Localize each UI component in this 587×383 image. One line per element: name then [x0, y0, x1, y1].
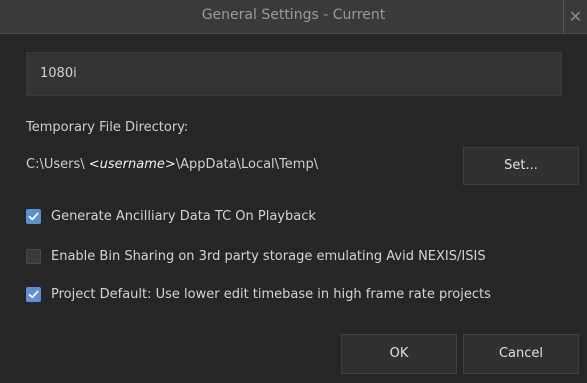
- path-suffix: \AppData\Local\Temp\: [175, 157, 319, 172]
- title-bar: General Settings - Current ✕: [0, 0, 587, 34]
- set-button[interactable]: Set...: [463, 147, 579, 185]
- path-username: <username>: [88, 157, 176, 172]
- option-enable-bin-sharing[interactable]: Enable Bin Sharing on 3rd party storage …: [26, 246, 486, 266]
- option-label: Project Default: Use lower edit timebase…: [51, 286, 491, 302]
- close-button[interactable]: ✕: [563, 0, 587, 34]
- temp-dir-path: C:\Users\ <username>\AppData\Local\Temp\: [26, 157, 318, 172]
- format-value: 1080i: [40, 66, 77, 81]
- option-label: Generate Ancilliary Data TC On Playback: [51, 208, 316, 224]
- close-icon: ✕: [568, 7, 583, 26]
- temp-dir-label: Temporary File Directory:: [26, 120, 189, 135]
- checkbox[interactable]: [26, 208, 41, 224]
- checkbox[interactable]: [26, 248, 41, 264]
- window-title: General Settings - Current: [201, 7, 386, 23]
- cancel-button[interactable]: Cancel: [463, 334, 579, 374]
- option-lower-edit-timebase[interactable]: Project Default: Use lower edit timebase…: [26, 284, 491, 304]
- format-field[interactable]: 1080i: [26, 52, 562, 96]
- ok-button[interactable]: OK: [341, 334, 457, 374]
- checkmark-icon: [28, 290, 39, 298]
- option-label: Enable Bin Sharing on 3rd party storage …: [51, 248, 486, 264]
- checkbox[interactable]: [26, 286, 41, 302]
- option-generate-anc-tc[interactable]: Generate Ancilliary Data TC On Playback: [26, 206, 316, 226]
- general-settings-dialog: General Settings - Current ✕ 1080i Tempo…: [0, 0, 587, 383]
- path-prefix: C:\Users\: [26, 157, 89, 172]
- checkmark-icon: [28, 212, 39, 220]
